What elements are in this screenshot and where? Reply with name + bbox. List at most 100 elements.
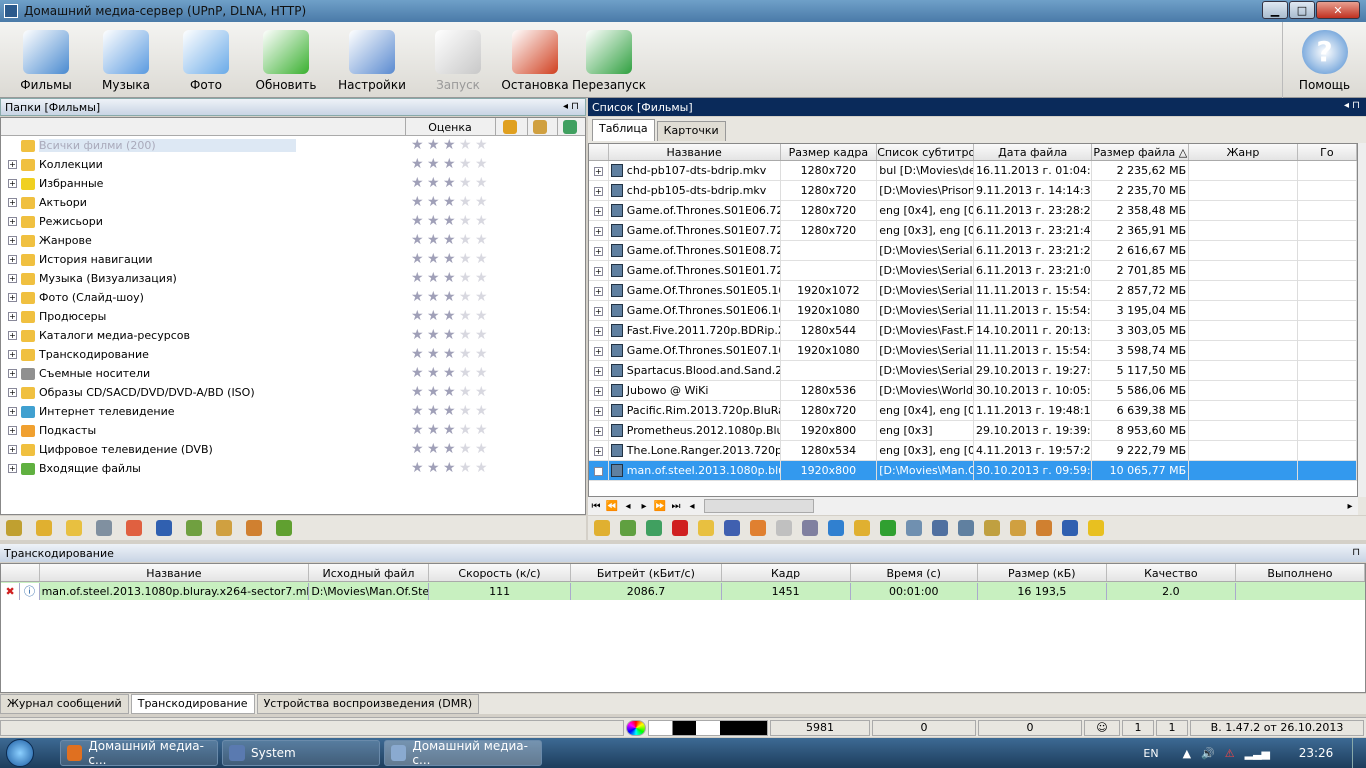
- language-indicator[interactable]: EN: [1143, 747, 1158, 760]
- star-icon[interactable]: ★: [443, 252, 459, 266]
- tree-item[interactable]: + Транскодирование ★ ★ ★ ★ ★: [1, 345, 585, 364]
- settings-icon[interactable]: [724, 520, 740, 536]
- tree-item[interactable]: Всички филми (200) ★ ★ ★ ★ ★: [1, 136, 585, 155]
- table-row[interactable]: + Game.Of.Thrones.S01E06.10801920x1080[D:…: [589, 300, 1357, 321]
- rating-stars[interactable]: ★ ★ ★ ★ ★: [411, 309, 491, 323]
- star-icon[interactable]: ★: [427, 328, 443, 342]
- close-button[interactable]: ✕: [1316, 1, 1360, 19]
- expand-icon[interactable]: +: [8, 179, 17, 188]
- rating-column-header[interactable]: Оценка: [405, 121, 495, 134]
- expand-icon[interactable]: +: [593, 226, 603, 236]
- star-icon[interactable]: ★: [443, 442, 459, 456]
- star-icon[interactable]: ★: [475, 404, 491, 418]
- star-icon[interactable]: ★: [475, 442, 491, 456]
- trans-col-header[interactable]: Кадр: [722, 564, 851, 581]
- star-icon[interactable]: ★: [411, 385, 427, 399]
- expand-icon[interactable]: +: [593, 326, 603, 336]
- expand-icon[interactable]: +: [8, 331, 17, 340]
- toolbar-button-refresh[interactable]: Обновить: [246, 22, 326, 98]
- star-icon[interactable]: ★: [443, 195, 459, 209]
- audio-icon[interactable]: [932, 520, 948, 536]
- star-icon[interactable]: ★: [475, 157, 491, 171]
- tab-cards[interactable]: Карточки: [656, 121, 726, 141]
- expand-icon[interactable]: +: [8, 369, 17, 378]
- star-icon[interactable]: ★: [411, 366, 427, 380]
- volume-icon[interactable]: 🔊: [1201, 747, 1215, 760]
- tree-item[interactable]: + Коллекции ★ ★ ★ ★ ★: [1, 155, 585, 174]
- clock[interactable]: 23:26: [1280, 746, 1352, 760]
- toolbar-button-music[interactable]: Музыка: [86, 22, 166, 98]
- star-icon[interactable]: ★: [475, 176, 491, 190]
- color-wheel-icon[interactable]: [626, 719, 646, 736]
- table-row[interactable]: + man.of.steel.2013.1080p.blura 1920x800 [D…: [589, 460, 1357, 481]
- table-row[interactable]: + Jubowo @ WiKi 1280x536[D:\Movies\World.W…: [589, 380, 1357, 401]
- trans-col-header[interactable]: Название: [40, 564, 310, 581]
- scroll-left-icon[interactable]: ◂: [684, 501, 700, 512]
- star-icon[interactable]: ★: [411, 309, 427, 323]
- tree-icon[interactable]: [276, 520, 292, 536]
- star-icon[interactable]: ★: [443, 366, 459, 380]
- tree-item[interactable]: + Режисьори ★ ★ ★ ★ ★: [1, 212, 585, 231]
- color-swatches[interactable]: [648, 719, 768, 736]
- table-row[interactable]: + Prometheus.2012.1080p.BluRa1920x800eng …: [589, 420, 1357, 441]
- toolbar-button-stop[interactable]: Остановка: [498, 22, 572, 98]
- star-icon[interactable]: ★: [427, 195, 443, 209]
- prev-record-icon[interactable]: ◂: [620, 501, 636, 512]
- burst-icon[interactable]: [750, 520, 766, 536]
- col-subtitles[interactable]: Список субтитров: [877, 144, 974, 160]
- expand-icon[interactable]: +: [593, 206, 603, 216]
- lifebuoy-icon[interactable]: [126, 520, 142, 536]
- people-icon[interactable]: [1036, 520, 1052, 536]
- star-icon[interactable]: ★: [459, 385, 475, 399]
- star-icon[interactable]: ★: [411, 214, 427, 228]
- star-icon[interactable]: ★: [443, 404, 459, 418]
- grid-icon[interactable]: [96, 520, 112, 536]
- save-icon[interactable]: [1062, 520, 1078, 536]
- tree-item[interactable]: + Продюсеры ★ ★ ★ ★ ★: [1, 307, 585, 326]
- edit-icon[interactable]: [6, 520, 22, 536]
- star-icon[interactable]: ★: [427, 214, 443, 228]
- table-row[interactable]: + chd-pb105-dts-bdrip.mkv 1280x720 [D:\Movi…: [589, 180, 1357, 201]
- rating-stars[interactable]: ★ ★ ★ ★ ★: [411, 385, 491, 399]
- expand-icon[interactable]: +: [593, 166, 603, 176]
- expand-icon[interactable]: +: [593, 386, 603, 396]
- trans-col-header[interactable]: Время (с): [851, 564, 978, 581]
- table-row[interactable]: + Game.Of.Thrones.S01E07.10801920x1080[D:…: [589, 340, 1357, 361]
- table-row[interactable]: + Spartacus.Blood.and.Sand.201 [D:\Movies\…: [589, 360, 1357, 381]
- star-icon[interactable]: ★: [475, 461, 491, 475]
- rating-stars[interactable]: ★ ★ ★ ★ ★: [411, 271, 491, 285]
- people-icon[interactable]: [246, 520, 262, 536]
- next-record-icon[interactable]: ▸: [636, 501, 652, 512]
- expand-icon[interactable]: +: [8, 464, 17, 473]
- star-icon[interactable]: ★: [427, 423, 443, 437]
- star-icon[interactable]: ★: [411, 195, 427, 209]
- rating-stars[interactable]: ★ ★ ★ ★ ★: [411, 252, 491, 266]
- star-icon[interactable]: ★: [443, 176, 459, 190]
- scroll-right-icon[interactable]: ▸: [1342, 501, 1358, 512]
- rating-stars[interactable]: ★ ★ ★ ★ ★: [411, 195, 491, 209]
- tree-item[interactable]: + Избранные ★ ★ ★ ★ ★: [1, 174, 585, 193]
- col-genre[interactable]: Жанр: [1189, 144, 1298, 160]
- expand-icon[interactable]: +: [8, 293, 17, 302]
- cancel-icon[interactable]: ✖: [1, 582, 21, 600]
- star-icon[interactable]: ★: [411, 176, 427, 190]
- actors-icon[interactable]: [503, 120, 517, 134]
- trans-col-header[interactable]: Размер (кБ): [978, 564, 1107, 581]
- star-icon[interactable]: ★: [443, 328, 459, 342]
- star-icon[interactable]: ★: [459, 233, 475, 247]
- rating-stars[interactable]: ★ ★ ★ ★ ★: [411, 290, 491, 304]
- toolbar-button-settings[interactable]: Настройки: [326, 22, 418, 98]
- star-icon[interactable]: ★: [459, 195, 475, 209]
- expand-icon[interactable]: +: [593, 266, 603, 276]
- rating-stars[interactable]: ★ ★ ★ ★ ★: [411, 347, 491, 361]
- folder-arrow-icon[interactable]: [854, 520, 870, 536]
- tree-item[interactable]: + Подкасты ★ ★ ★ ★ ★: [1, 421, 585, 440]
- star-icon[interactable]: ★: [459, 347, 475, 361]
- rating-stars[interactable]: ★ ★ ★ ★ ★: [411, 366, 491, 380]
- expand-icon[interactable]: +: [593, 426, 603, 436]
- list-icon[interactable]: [958, 520, 974, 536]
- expand-icon[interactable]: +: [8, 407, 17, 416]
- tree-item[interactable]: + Образы CD/SACD/DVD/DVD-A/BD (ISO) ★ ★ ★ ★ ★: [1, 383, 585, 402]
- pin-icon[interactable]: ◂ ⊓: [563, 101, 579, 112]
- expand-icon[interactable]: +: [593, 346, 603, 356]
